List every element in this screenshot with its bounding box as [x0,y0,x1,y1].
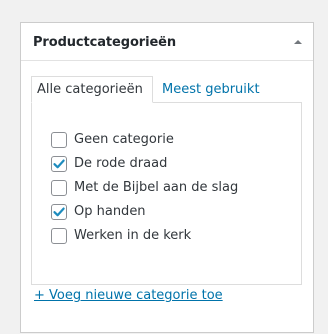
category-label[interactable]: Op handen [74,203,146,221]
category-tabs: Alle categorieën Meest gebruikt [31,76,303,103]
checkmark-icon [53,207,65,217]
triangle-up-icon[interactable] [292,36,304,48]
category-label[interactable]: Geen categorie [74,131,174,149]
box-header: Productcategorieën [21,23,313,61]
tab-most-used[interactable]: Meest gebruikt [162,76,260,103]
category-checkbox[interactable] [51,228,67,244]
category-checkbox[interactable] [51,156,67,172]
category-label[interactable]: Met de Bijbel aan de slag [74,179,238,197]
category-label[interactable]: De rode draad [74,155,167,173]
product-categories-box: Productcategorieën Alle categorieën Mees… [20,22,314,333]
tab-all-categories[interactable]: Alle categorieën [31,76,153,103]
category-checkbox[interactable] [51,132,67,148]
category-checkbox[interactable] [51,180,67,196]
box-title: Productcategorieën [33,35,177,50]
categories-panel: Geen categorie De rode draad Met de Bijb… [31,102,302,285]
add-new-category-link[interactable]: + Voeg nieuwe categorie toe [34,288,223,303]
checkmark-icon [53,159,65,169]
category-checkbox[interactable] [51,204,67,220]
category-label[interactable]: Werken in de kerk [74,227,191,245]
